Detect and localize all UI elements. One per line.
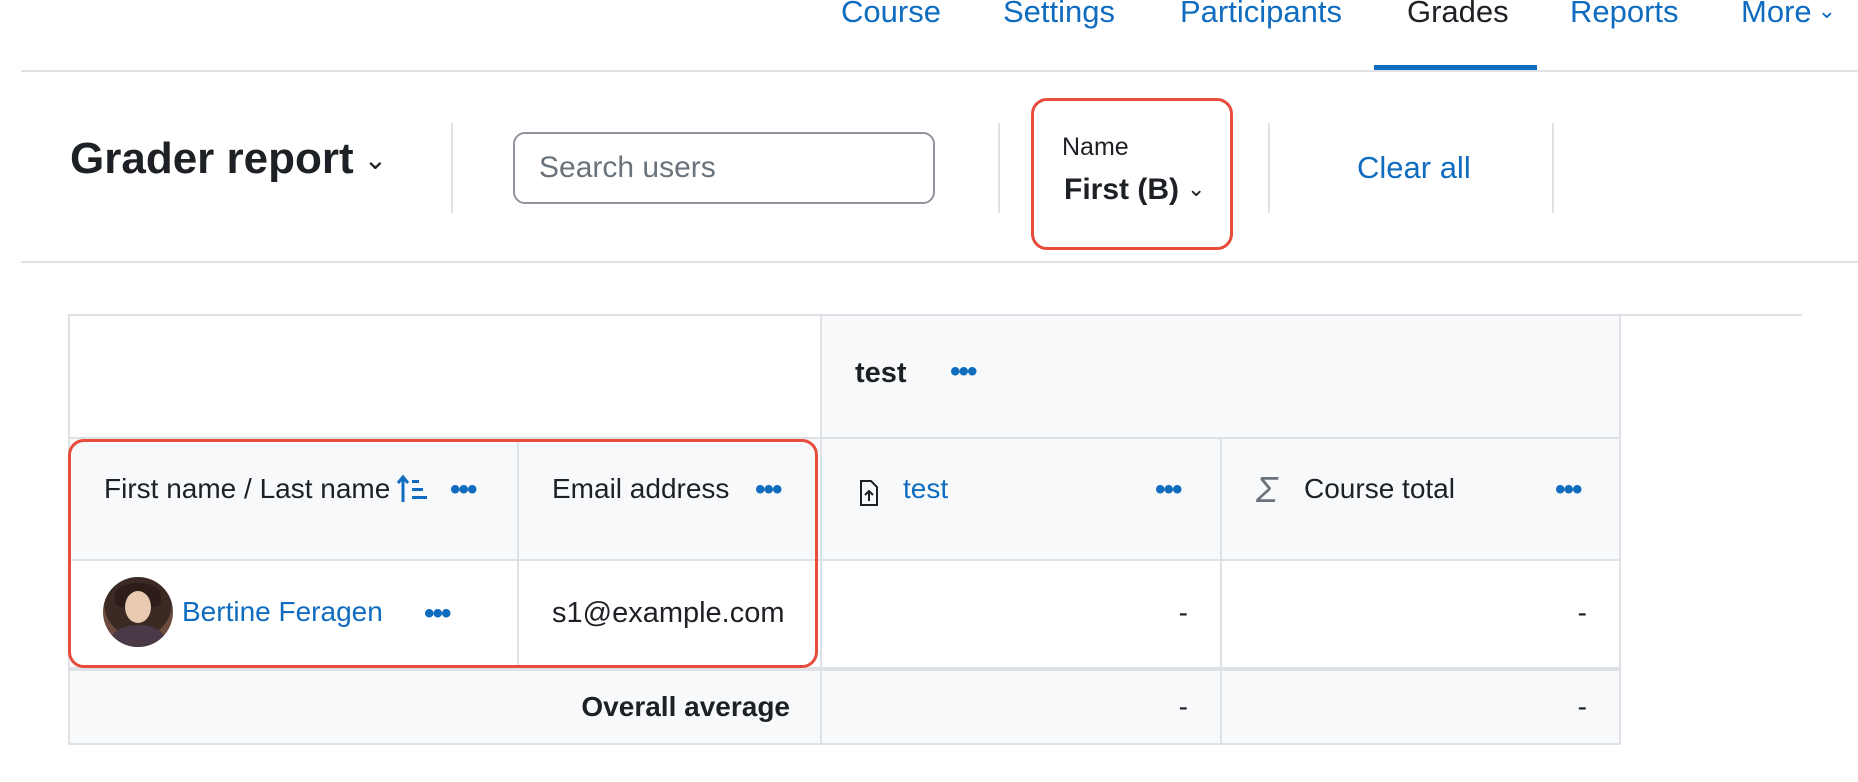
- clear-all-button[interactable]: Clear all: [1357, 150, 1471, 186]
- column-header-item: test •••: [820, 437, 1222, 561]
- grade-value: -: [1178, 597, 1188, 628]
- column-header-email: Email address •••: [517, 437, 822, 561]
- chevron-down-icon: ⌄: [1817, 0, 1837, 23]
- average-cell-item: -: [820, 667, 1222, 745]
- email-column-label: Email address: [552, 473, 730, 504]
- average-value: -: [1178, 691, 1188, 722]
- tab-more[interactable]: More ⌄: [1741, 0, 1836, 30]
- divider: [1620, 314, 1802, 316]
- name-filter-value: First (B): [1064, 173, 1179, 206]
- search-users-input[interactable]: [513, 132, 935, 204]
- name-column-label: First name / Last name: [104, 473, 391, 504]
- divider: [1552, 123, 1554, 213]
- user-actions-icon[interactable]: •••: [424, 599, 451, 629]
- tab-course[interactable]: Course: [841, 0, 941, 30]
- average-row-label-cell: Overall average: [68, 667, 822, 745]
- average-value: -: [1577, 691, 1587, 722]
- total-column-actions-icon[interactable]: •••: [1555, 475, 1582, 505]
- user-name-link[interactable]: Bertine Feragen: [182, 596, 383, 628]
- column-header-total: Σ Course total •••: [1220, 437, 1621, 561]
- divider: [998, 123, 1000, 213]
- course-total-label: Course total: [1304, 473, 1455, 504]
- category-name: test: [855, 357, 907, 389]
- divider: [451, 123, 453, 213]
- table-cell-email: s1@example.com: [517, 559, 822, 669]
- user-email: s1@example.com: [552, 597, 785, 629]
- grade-cell-item[interactable]: -: [820, 559, 1222, 669]
- divider: [21, 70, 1858, 72]
- tab-settings[interactable]: Settings: [1003, 0, 1115, 30]
- average-cell-total: -: [1220, 667, 1621, 745]
- avatar[interactable]: [103, 577, 173, 647]
- assignment-icon: [860, 480, 878, 506]
- chevron-down-icon: ⌄: [363, 144, 388, 175]
- email-column-actions-icon[interactable]: •••: [755, 475, 782, 505]
- tab-more-label: More: [1741, 0, 1812, 29]
- column-header-name: First name / Last name •••: [68, 437, 519, 561]
- tab-grades[interactable]: Grades: [1407, 0, 1509, 30]
- divider: [1268, 123, 1270, 213]
- report-selector[interactable]: Grader report ⌄: [70, 134, 387, 184]
- secondary-navigation: Course Settings Participants Grades Repo…: [0, 0, 1858, 71]
- grade-item-link[interactable]: test: [903, 473, 948, 505]
- name-column-actions-icon[interactable]: •••: [450, 475, 477, 505]
- grade-value: -: [1577, 597, 1587, 628]
- tab-participants[interactable]: Participants: [1180, 0, 1342, 30]
- tab-reports[interactable]: Reports: [1570, 0, 1679, 30]
- category-header: test •••: [820, 314, 1621, 439]
- name-filter-label: Name: [1062, 133, 1129, 161]
- table-header-empty: [68, 314, 822, 439]
- name-initials-filter[interactable]: Name First (B) ⌄: [1031, 98, 1233, 250]
- sigma-icon: Σ: [1256, 469, 1278, 510]
- item-column-actions-icon[interactable]: •••: [1155, 475, 1182, 505]
- category-actions-icon[interactable]: •••: [950, 357, 977, 387]
- overall-average-label: Overall average: [581, 691, 790, 722]
- page-title: Grader report: [70, 134, 354, 183]
- divider: [21, 261, 1858, 263]
- chevron-down-icon: ⌄: [1187, 176, 1206, 201]
- grade-cell-total[interactable]: -: [1220, 559, 1621, 669]
- sort-ascending-icon[interactable]: [396, 474, 428, 504]
- name-filter-value-wrap: First (B) ⌄: [1064, 173, 1205, 207]
